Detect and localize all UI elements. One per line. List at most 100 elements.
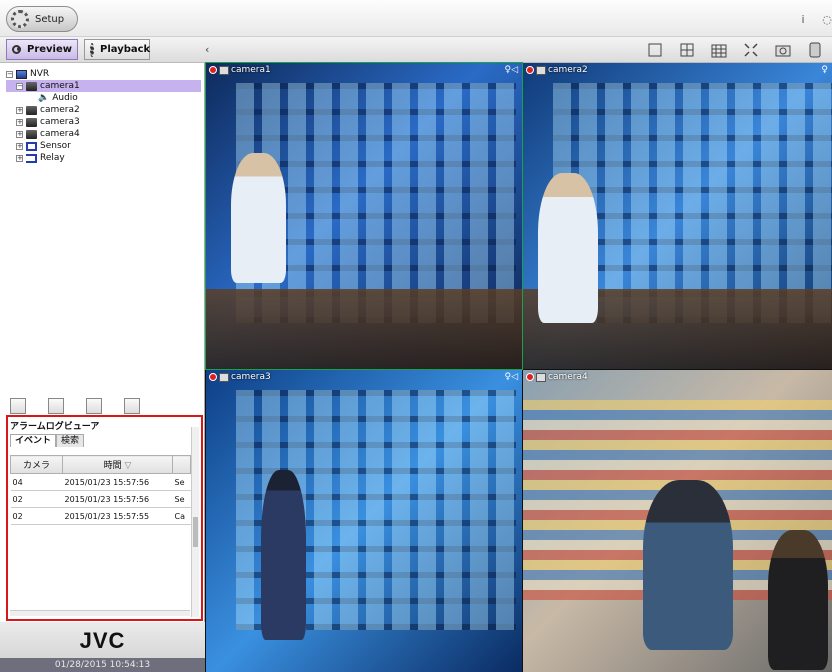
expand-icon[interactable]: + xyxy=(16,154,23,162)
event-list-icon[interactable] xyxy=(86,398,102,414)
video-grid: camera1 ♀◁ camera2 ♀ camera3 ♀◁ camera4 xyxy=(205,62,832,672)
record-indicator-icon xyxy=(526,373,534,381)
speaker-icon: 🔈 xyxy=(38,93,50,103)
layout-single-icon[interactable] xyxy=(644,40,666,60)
tree-item-sensor[interactable]: + Sensor xyxy=(6,140,201,152)
layout-multi-icon[interactable] xyxy=(708,40,730,60)
table-row[interactable]: 02 2015/01/23 15:57:56 Se xyxy=(10,490,191,508)
cell-camera: 02 xyxy=(10,490,63,508)
audio-status-icon: ♀◁ xyxy=(504,372,518,382)
tile-label: camera1 xyxy=(231,65,271,75)
expand-icon[interactable]: + xyxy=(16,142,23,150)
mode-bar: Preview Playback ‹ xyxy=(0,37,832,63)
video-feed-person xyxy=(643,480,733,650)
tree-toolbar xyxy=(10,398,140,414)
alarm-table: カメラ 時間 ▽ 04 2015/01/23 15:57:56 Se 02 20… xyxy=(10,455,191,525)
table-row[interactable]: 02 2015/01/23 15:57:55 Ca xyxy=(10,507,191,525)
tile-label: camera4 xyxy=(548,372,588,382)
alarm-tabs: イベント 検索 xyxy=(10,434,85,447)
cell-type: Ca xyxy=(172,507,191,525)
video-feed-person xyxy=(768,530,828,670)
collapse-panel-icon[interactable]: ‹ xyxy=(205,43,209,56)
tile-header: camera1 xyxy=(209,65,271,75)
table-row[interactable]: 04 2015/01/23 15:57:56 Se xyxy=(10,473,191,491)
cell-camera: 04 xyxy=(10,473,63,491)
video-feed-person xyxy=(261,470,306,640)
tree-item-label: Audio xyxy=(52,93,78,103)
gear-icon xyxy=(11,10,29,28)
tree-item-camera3[interactable]: + camera3 xyxy=(6,116,201,128)
camera-icon xyxy=(26,105,37,115)
column-camera[interactable]: カメラ xyxy=(10,455,63,474)
alarm-list-icon[interactable] xyxy=(124,398,140,414)
relay-icon xyxy=(26,153,37,163)
video-tile-camera3[interactable]: camera3 ♀◁ xyxy=(206,370,522,672)
column-time-label: 時間 xyxy=(103,461,122,471)
column-type[interactable] xyxy=(172,455,191,474)
eye-icon xyxy=(12,45,21,54)
ptz-icon[interactable] xyxy=(10,398,26,414)
vertical-scrollbar[interactable] xyxy=(191,427,199,617)
tile-label: camera2 xyxy=(548,65,588,75)
tile-header: camera4 xyxy=(526,372,588,382)
current-datetime: 01/28/2015 10:54:13 xyxy=(0,658,205,672)
app-window: Setup i ◌ Preview Playback ‹ − NVR − cam… xyxy=(0,0,832,672)
power-icon[interactable]: ◌ xyxy=(822,14,832,26)
tree-item-camera2[interactable]: + camera2 xyxy=(6,104,201,116)
tree-item-camera1[interactable]: − camera1 xyxy=(6,80,201,92)
audio-status-icon: ♀◁ xyxy=(504,65,518,75)
tree-item-audio[interactable]: 🔈 Audio xyxy=(6,92,201,104)
playback-button[interactable]: Playback xyxy=(84,39,150,60)
film-reel-icon xyxy=(90,42,94,57)
alarm-log-title: アラームログビューア xyxy=(10,422,100,432)
cell-type: Se xyxy=(172,490,191,508)
video-feed-person xyxy=(231,153,286,283)
table-header: カメラ 時間 ▽ xyxy=(10,455,191,474)
record-indicator-icon xyxy=(526,66,534,74)
tree-item-label: Sensor xyxy=(40,141,71,151)
video-tile-camera2[interactable]: camera2 ♀ xyxy=(523,63,832,369)
expand-icon[interactable]: + xyxy=(16,118,23,126)
video-tile-camera4[interactable]: camera4 xyxy=(523,370,832,672)
nvr-icon xyxy=(16,69,27,79)
tile-header: camera2 xyxy=(526,65,588,75)
column-time[interactable]: 時間 ▽ xyxy=(62,455,173,474)
video-tile-camera1[interactable]: camera1 ♀◁ xyxy=(205,62,523,370)
collapse-icon[interactable]: − xyxy=(6,70,13,78)
tab-event[interactable]: イベント xyxy=(10,434,57,447)
jvc-logo: JVC xyxy=(79,628,126,653)
camera-icon xyxy=(26,129,37,139)
camera-settings-icon[interactable] xyxy=(48,398,64,414)
cell-time: 2015/01/23 15:57:56 xyxy=(62,490,173,508)
video-feed-person xyxy=(538,173,598,323)
preview-button[interactable]: Preview xyxy=(6,39,78,60)
tree-item-label: camera1 xyxy=(40,81,80,91)
layout-quad-icon[interactable] xyxy=(676,40,698,60)
tree-item-relay[interactable]: + Relay xyxy=(6,152,201,164)
alarm-log-viewer: アラームログビューア イベント 検索 カメラ 時間 ▽ 04 2015/01/2… xyxy=(6,415,203,621)
tab-search[interactable]: 検索 xyxy=(56,434,85,447)
snapshot-icon[interactable] xyxy=(772,40,794,60)
camera-icon xyxy=(26,81,37,91)
preview-label: Preview xyxy=(26,44,72,55)
horizontal-scrollbar[interactable] xyxy=(10,610,190,616)
camera-icon xyxy=(536,65,546,75)
setup-label: Setup xyxy=(35,13,65,25)
record-indicator-icon xyxy=(209,373,217,381)
setup-button[interactable]: Setup xyxy=(6,6,78,32)
sort-icon: ▽ xyxy=(124,461,132,471)
tree-item-camera4[interactable]: + camera4 xyxy=(6,128,201,140)
collapse-icon[interactable]: − xyxy=(16,82,23,90)
playback-label: Playback xyxy=(100,44,151,55)
scroll-thumb[interactable] xyxy=(193,517,198,547)
expand-icon[interactable]: + xyxy=(16,130,23,138)
storage-icon[interactable] xyxy=(804,40,826,60)
tree-item-label: NVR xyxy=(30,69,50,79)
tree-item-nvr[interactable]: − NVR xyxy=(6,68,201,80)
fullscreen-icon[interactable] xyxy=(740,40,762,60)
tree-item-label: camera2 xyxy=(40,105,80,115)
cell-time: 2015/01/23 15:57:56 xyxy=(62,473,173,491)
expand-icon[interactable]: + xyxy=(16,106,23,114)
info-icon[interactable]: i xyxy=(798,14,808,26)
audio-status-icon: ♀ xyxy=(821,65,828,75)
